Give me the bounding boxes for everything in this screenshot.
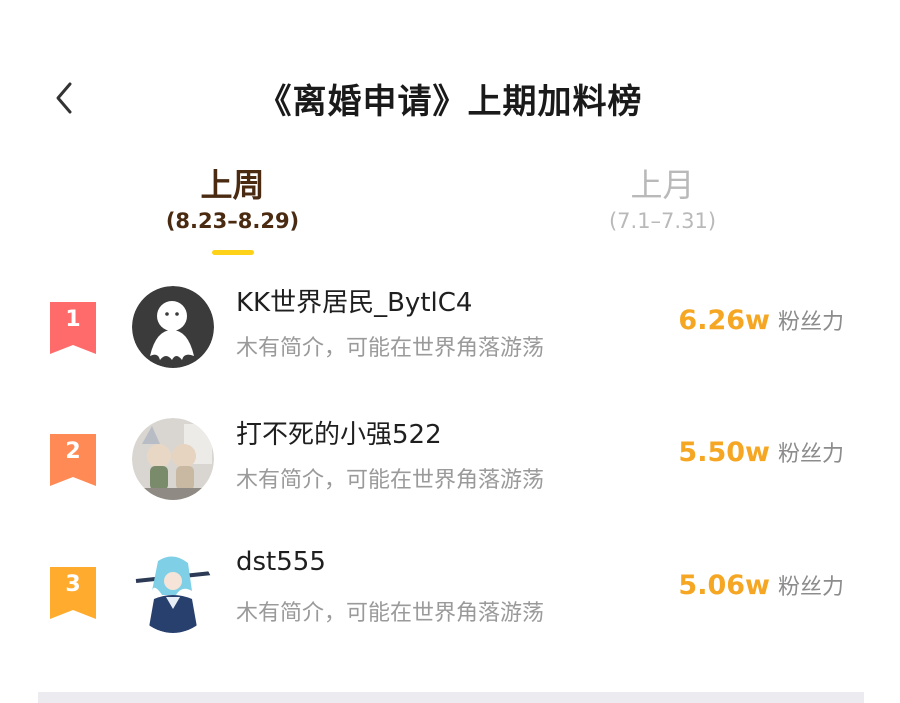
fan-power-unit: 粉丝力 [777, 310, 844, 335]
tab-date-range: (7.1–7.31) [608, 209, 717, 233]
user-bio: 木有简介，可能在世界角落游荡 [236, 601, 545, 626]
bottom-panel-edge [38, 692, 864, 703]
avatar[interactable] [132, 418, 214, 500]
avatar[interactable] [132, 286, 214, 368]
rank-badge: 3 [50, 567, 96, 619]
rank-number: 2 [65, 439, 81, 464]
fan-power-unit: 粉丝力 [777, 442, 844, 467]
tab-last-month[interactable]: 上月 (7.1–7.31) [570, 165, 755, 233]
user-bio: 木有简介，可能在世界角落游荡 [236, 336, 545, 361]
rank-number: 3 [65, 572, 81, 597]
fan-power-value: 5.06w [678, 570, 770, 601]
user-name: dst555 [236, 547, 326, 577]
fan-power-value: 5.50w [678, 437, 770, 468]
fan-power: 5.50w 粉丝力 [678, 436, 844, 468]
rank-badge: 2 [50, 434, 96, 486]
tab-label: 上周 [200, 166, 265, 204]
tab-last-week[interactable]: 上周 (8.23–8.29) [140, 165, 325, 233]
fan-power: 5.06w 粉丝力 [678, 569, 844, 601]
fan-power-unit: 粉丝力 [777, 575, 844, 600]
avatar[interactable] [132, 551, 214, 633]
rank-badge: 1 [50, 302, 96, 354]
ranking-row[interactable]: 3 dst555 木有简介，可能在世界角落游荡 5.06w 粉丝力 [0, 543, 900, 653]
user-name: KK世界居民_BytlC4 [236, 288, 473, 318]
rank-number: 1 [65, 307, 81, 332]
tab-date-range: (8.23–8.29) [165, 209, 300, 233]
ranking-row[interactable]: 2 打不死的小强522 木有简介，可能在世界角落游荡 5.50w 粉丝力 [0, 410, 900, 520]
fan-power-value: 6.26w [678, 305, 770, 336]
page-title: 《离婚申请》上期加料榜 [257, 82, 643, 122]
user-name: 打不死的小强522 [236, 420, 442, 450]
ranking-row[interactable]: 1 KK世界居民_BytlC4 木有简介，可能在世界角落游荡 6.26w 粉丝力 [0, 278, 900, 388]
fan-power: 6.26w 粉丝力 [678, 304, 844, 336]
tab-label: 上月 [630, 166, 695, 204]
user-bio: 木有简介，可能在世界角落游荡 [236, 468, 545, 493]
active-tab-indicator [212, 250, 254, 255]
